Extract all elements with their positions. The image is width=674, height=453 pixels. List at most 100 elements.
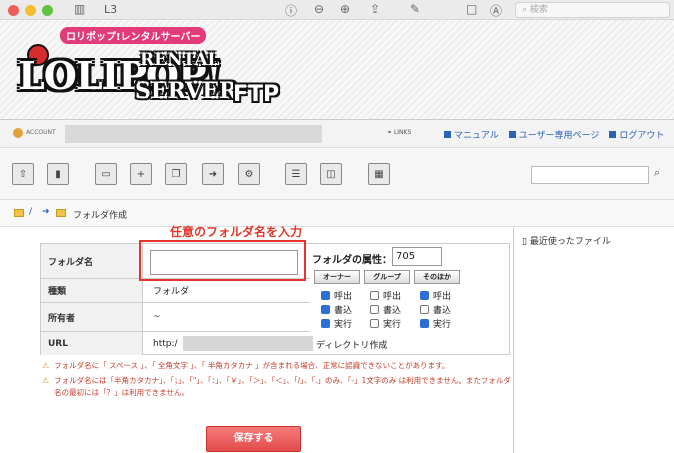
gear-icon: ⚙ xyxy=(244,168,254,180)
checkbox-checked-icon xyxy=(420,319,429,328)
recent-files-label[interactable]: ▯ 最近使ったファイル xyxy=(522,234,611,247)
upload-icon: ⇧ xyxy=(18,168,28,180)
minimize-window-button[interactable] xyxy=(25,5,36,16)
other-group-button[interactable]: そのほか xyxy=(414,270,460,284)
checkbox-unchecked-icon xyxy=(370,319,379,328)
permission-checkbox[interactable]: 実行 xyxy=(321,317,352,330)
folder-icon[interactable] xyxy=(14,209,24,217)
permission-label: 書込 xyxy=(334,306,353,316)
split-view-button[interactable]: ◫ xyxy=(320,163,342,185)
file-toolbar: ⇧ ▮ ▭ + ❐ ➜ ⚙ ☰ ◫ ▦ ⌕ xyxy=(0,148,674,200)
logo-ftp: FTP xyxy=(233,82,280,107)
checkbox-unchecked-icon xyxy=(370,305,379,314)
new-folder-button[interactable]: ▭ xyxy=(95,163,117,185)
markup-icon[interactable]: ✎ xyxy=(410,2,420,16)
url-suffix: ディレクトリ作成 xyxy=(316,341,388,351)
breadcrumb-current: フォルダ作成 xyxy=(73,211,128,221)
folder-name-label: フォルダ名 xyxy=(41,244,142,279)
zoom-in-icon[interactable]: ⊕ xyxy=(340,2,350,16)
warning-notes: ⚠ フォルダ名に「 スペース 」、「 全角文字 」、「 半角カタカナ 」が含まれる… xyxy=(42,360,512,402)
search-icon: ⌕ xyxy=(522,5,530,15)
logout-link[interactable]: ログアウト xyxy=(609,128,664,141)
arrow-square-icon xyxy=(609,131,617,138)
sidebar-toggle-icon[interactable]: ▥ xyxy=(74,2,85,16)
owner-label: 所有者 xyxy=(41,303,142,332)
checkbox-checked-icon xyxy=(420,291,429,300)
window-search-field[interactable]: ⌕ 検索 xyxy=(515,2,670,18)
account-name-field xyxy=(65,125,322,143)
logo-server: SERVER xyxy=(135,78,238,104)
properties-button[interactable]: ⚙ xyxy=(238,163,260,185)
checkbox-unchecked-icon xyxy=(420,305,429,314)
move-button[interactable]: ➜ xyxy=(202,163,224,185)
checkbox-checked-icon xyxy=(321,291,330,300)
attributes-input[interactable]: 705 xyxy=(392,247,442,266)
maximize-window-button[interactable] xyxy=(42,5,53,16)
arrow-square-icon xyxy=(444,131,451,138)
permission-checkbox[interactable]: 呼出 xyxy=(321,289,352,302)
user-icon xyxy=(13,128,23,138)
permission-checkbox[interactable]: 呼出 xyxy=(370,289,401,302)
group-group-button[interactable]: グループ xyxy=(364,270,410,284)
thumbnail-view-button[interactable]: ▦ xyxy=(368,163,390,185)
url-path-field xyxy=(183,336,313,351)
info-icon[interactable]: ⓘ xyxy=(285,2,297,19)
folder-attributes-label: フォルダの属性： xyxy=(312,255,392,266)
instruction-annotation: 任意のフォルダ名を入力 xyxy=(170,225,303,239)
note-item: ⚠ フォルダ名に「 スペース 」、「 全角文字 」、「 半角カタカナ 」が含まれる… xyxy=(42,361,450,370)
permission-checkbox[interactable]: 呼出 xyxy=(420,289,451,302)
permission-checkbox[interactable]: 実行 xyxy=(420,317,451,330)
arrow-right-icon: ➜ xyxy=(42,207,50,217)
move-icon: ➜ xyxy=(208,168,218,180)
permission-checkbox[interactable]: 書込 xyxy=(420,303,451,316)
grid-view-icon: ▦ xyxy=(374,168,384,180)
warning-icon: ⚠ xyxy=(42,361,50,370)
list-view-icon: ☰ xyxy=(291,168,301,180)
upload-file-button[interactable]: ⇧ xyxy=(12,163,34,185)
zoom-out-icon[interactable]: ⊖ xyxy=(314,2,324,16)
permission-checkbox[interactable]: 書込 xyxy=(321,303,352,316)
manual-link[interactable]: マニュアル xyxy=(444,128,499,141)
type-label: 種類 xyxy=(41,279,142,303)
window-icon[interactable]: □ xyxy=(466,2,477,16)
search-placeholder: 検索 xyxy=(529,5,548,15)
list-view-button[interactable]: ☰ xyxy=(285,163,307,185)
file-add-icon: + xyxy=(136,168,146,180)
permission-label: 呼出 xyxy=(383,292,402,302)
link-icon: ⚭ xyxy=(387,129,394,136)
copy-button[interactable]: ❐ xyxy=(165,163,187,185)
file-search-input[interactable] xyxy=(531,166,649,184)
recent-files-panel: ▯ 最近使ったファイル xyxy=(513,227,674,453)
magnifier-icon[interactable]: ⌕ xyxy=(654,166,660,180)
permission-checkbox[interactable]: 実行 xyxy=(370,317,401,330)
delete-button[interactable]: ▮ xyxy=(47,163,69,185)
annotate-icon[interactable]: Ⓐ xyxy=(490,2,502,19)
user-page-link[interactable]: ユーザー専用ページ xyxy=(508,128,599,141)
permission-checkbox[interactable]: 書込 xyxy=(370,303,401,316)
owner-value: ~ xyxy=(142,303,310,332)
permission-label: 書込 xyxy=(433,306,452,316)
permission-label: 実行 xyxy=(334,320,353,330)
permission-label: 呼出 xyxy=(433,292,452,302)
window-title: L3 xyxy=(104,3,118,16)
new-file-button[interactable]: + xyxy=(130,163,152,185)
url-label: URL xyxy=(41,332,142,355)
owner-group-button[interactable]: オーナー xyxy=(314,270,360,284)
logo-rental: RENTAL xyxy=(140,50,220,70)
close-window-button[interactable] xyxy=(8,5,19,16)
checkbox-checked-icon xyxy=(321,305,330,314)
split-view-icon: ◫ xyxy=(326,168,336,180)
logo-subtitle: ロリポップ!レンタルサーバー xyxy=(60,27,207,44)
header-nav: マニュアル ユーザー専用ページ ログアウト xyxy=(444,128,664,141)
share-icon[interactable]: ⇪ xyxy=(370,2,380,16)
save-button[interactable]: 保存する xyxy=(206,426,301,452)
permission-label: 書込 xyxy=(383,306,402,316)
document-icon: ▯ xyxy=(522,237,530,247)
account-bar: ACCOUNT ⚭ LINKS マニュアル ユーザー専用ページ ログアウト xyxy=(0,120,674,148)
site-banner: ロリポップ!レンタルサーバー LOLIPOP! RENTAL SERVER FT… xyxy=(0,20,674,120)
user-label: ACCOUNT xyxy=(26,129,56,136)
permission-label: 実行 xyxy=(433,320,452,330)
note-item: ⚠ フォルダ名には「半角カタカナ」、「；」、「"」、「：」、「￥」、「＞」、「＜」… xyxy=(42,376,511,397)
trash-icon: ▮ xyxy=(55,168,61,180)
breadcrumb: / ➜ フォルダ作成 xyxy=(0,200,674,227)
